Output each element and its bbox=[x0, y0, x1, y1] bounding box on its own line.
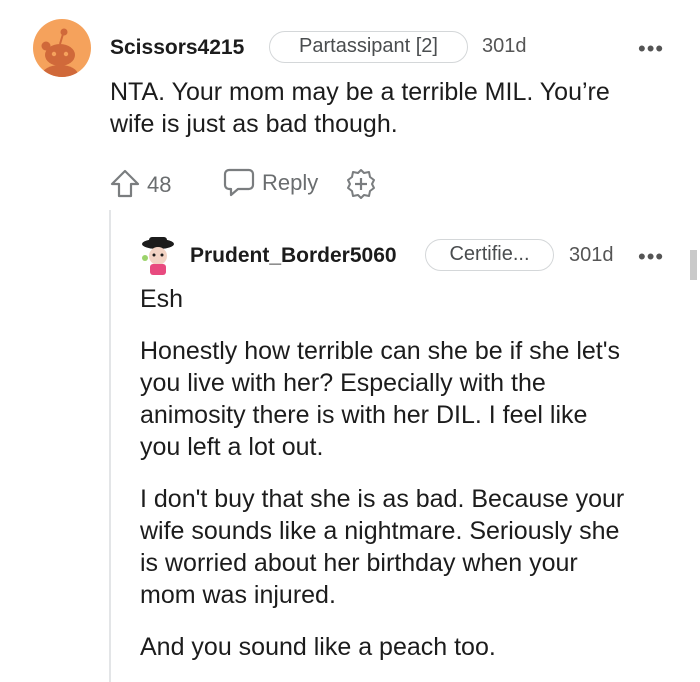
reply-paragraph: And you sound like a peach too. bbox=[140, 631, 496, 663]
more-options-icon[interactable]: ••• bbox=[638, 38, 664, 60]
user-avatar-icon bbox=[142, 237, 174, 275]
reply-line: animosity there is with her DIL. I feel … bbox=[140, 401, 588, 429]
avatar[interactable] bbox=[33, 19, 91, 77]
comment-username[interactable]: Scissors4215 bbox=[110, 36, 244, 60]
reply-line: And you sound like a peach too. bbox=[140, 633, 496, 661]
reply-paragraph: Esh bbox=[140, 283, 183, 315]
reply-line: Esh bbox=[140, 285, 184, 313]
reply-line: you left a lot out. bbox=[140, 433, 324, 461]
reply-paragraph: I don't buy that she is as bad. Because … bbox=[140, 483, 624, 611]
reply-avatar[interactable] bbox=[140, 236, 176, 276]
reply-button[interactable]: Reply bbox=[262, 170, 318, 196]
user-flair: Partassipant [2] bbox=[269, 31, 468, 63]
thread-line[interactable] bbox=[109, 210, 111, 682]
reply-username[interactable]: Prudent_Border5060 bbox=[190, 244, 397, 268]
comment-body: NTA. Your mom may be a terrible MIL. You… bbox=[110, 76, 610, 140]
upvote-arrow-icon[interactable] bbox=[109, 168, 141, 200]
award-plus-icon[interactable] bbox=[345, 168, 377, 200]
reddit-snoo-icon bbox=[41, 28, 78, 77]
comment-line: wife is just as bad though. bbox=[110, 110, 398, 138]
reply-line: Honestly how terrible can she be if she … bbox=[140, 337, 621, 365]
reply-line: mom was injured. bbox=[140, 581, 336, 609]
comment-line: NTA. Your mom may be a terrible MIL. You… bbox=[110, 78, 610, 106]
reply-more-options-icon[interactable]: ••• bbox=[638, 246, 664, 268]
reply-paragraph: Honestly how terrible can she be if she … bbox=[140, 335, 620, 463]
vote-count: 48 bbox=[147, 172, 172, 197]
reply-user-flair: Certifie... bbox=[425, 239, 554, 271]
reply-line: I don't buy that she is as bad. Because … bbox=[140, 485, 625, 513]
comment-age: 301d bbox=[482, 35, 527, 57]
reply-age: 301d bbox=[569, 244, 614, 266]
reply-line: you live with her? Especially with the bbox=[140, 369, 546, 397]
reply-bubble-icon[interactable] bbox=[222, 166, 256, 198]
reply-line: wife sounds like a nightmare. Seriously … bbox=[140, 517, 620, 545]
reply-line: is worried about her birthday when your bbox=[140, 549, 578, 577]
scrollbar-thumb[interactable] bbox=[690, 250, 697, 280]
